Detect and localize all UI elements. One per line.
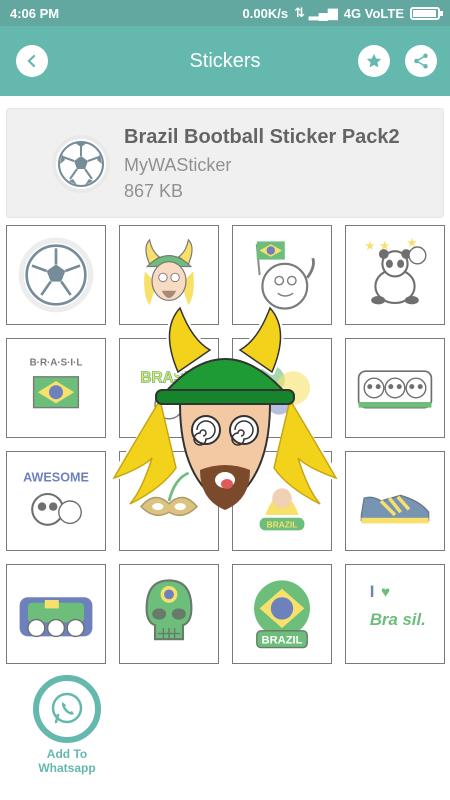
signal-icon: ⇅ ▂▄▆ [294,5,338,20]
back-arrow-icon [27,54,36,68]
pack-author: MyWASticker [124,155,232,175]
battery-icon [410,6,443,20]
sticker-i-love-brasil[interactable]: I ♥ Bra sil. [345,564,445,664]
status-bar: 4:06 PM 0.00K/s ⇅ ▂▄▆ 4G VoLTE [0,0,450,26]
sticker-panda-bus[interactable] [6,564,106,664]
pack-title: Brazil Bootball Sticker Pack2 [124,126,400,148]
sticker-brasil-banner[interactable]: B·R·A·S·I·L [6,338,106,438]
soccer-ball-icon [52,135,110,193]
pack-info-card: Brazil Bootball Sticker Pack2 MyWASticke… [6,108,444,218]
share-button[interactable] [405,45,437,77]
net-speed: 0.00K/s [242,5,289,21]
i-love-brasil-text: Bra sil. [370,610,426,629]
sticker-sneaker[interactable] [345,451,445,551]
share-icon [414,53,428,69]
pack-size: 867 KB [124,181,184,201]
svg-text:♥: ♥ [381,584,390,601]
sticker-skull-flag[interactable] [119,564,219,664]
sticker-panda-trio[interactable] [345,338,445,438]
svg-text:I: I [370,582,375,601]
sticker-panda-stars[interactable]: ★ ★ ★ [345,225,445,325]
add-to-whatsapp-label: Add To Whatsapp [38,747,96,775]
sticker-brazil-badge[interactable]: BRAZIL [232,564,332,664]
awesome-text: AWESOME [23,470,89,484]
whatsapp-icon [51,692,83,724]
add-to-whatsapp-button[interactable] [33,675,101,743]
viking-fan-preview[interactable] [100,300,350,530]
app-bar: Stickers [0,26,450,96]
status-time: 4:06 PM [10,5,60,21]
page-title: Stickers [189,49,261,72]
sticker-soccer-ball[interactable] [6,225,106,325]
brasil-banner-text: B·R·A·S·I·L [30,358,83,369]
brazil-badge-text: BRAZIL [261,634,302,646]
sticker-awesome-panda[interactable]: AWESOME [6,451,106,551]
favorite-button[interactable] [358,45,390,77]
network-type: 4G VoLTE [343,5,404,21]
star-icon [366,53,382,68]
back-button[interactable] [16,45,48,77]
